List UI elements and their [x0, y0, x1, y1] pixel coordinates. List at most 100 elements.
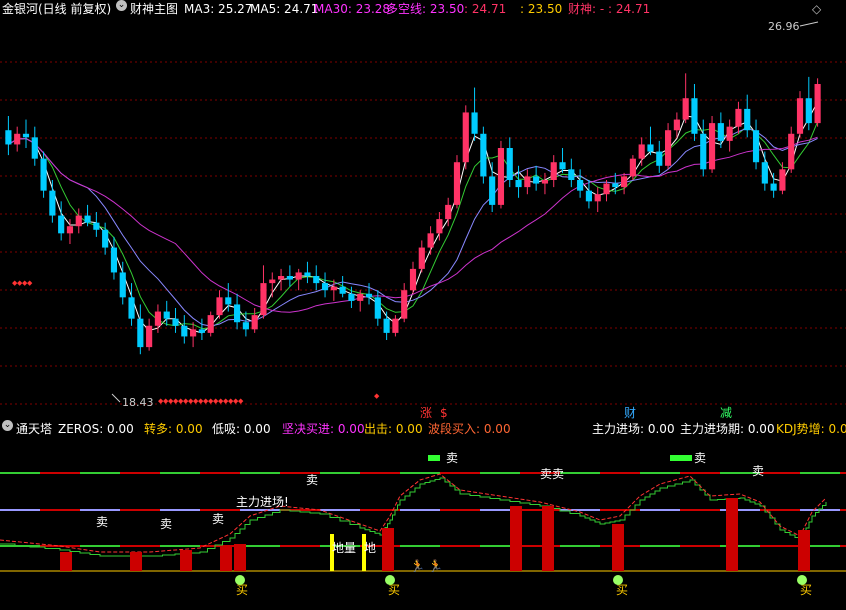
candle-body — [796, 98, 804, 134]
candle-body — [242, 322, 249, 330]
candle-body — [638, 144, 645, 159]
candle-body — [779, 169, 786, 191]
signal-label: 财 — [624, 406, 636, 420]
kdj-value: KDJ势增: 0.00 — [776, 422, 846, 436]
candle-body — [462, 112, 469, 163]
buy-label: 买 — [800, 583, 812, 597]
candle-body — [58, 215, 65, 234]
candle-body — [682, 98, 689, 120]
buy-label: 买 — [236, 583, 248, 597]
candle-body — [339, 286, 346, 294]
zhuli-value: 主力进场: 0.00 — [592, 422, 675, 436]
tower-step-line — [0, 477, 827, 557]
signal-marker — [670, 455, 692, 461]
low-price-label: 18.43 — [122, 396, 154, 409]
candle-body — [445, 204, 452, 220]
sell-label: 卖 — [96, 515, 108, 529]
chuji-value: 出击: 0.00 — [364, 422, 423, 436]
buy-apple-icon — [613, 575, 623, 585]
high-price-label: 26.96 — [768, 20, 800, 33]
candle-body — [735, 108, 742, 127]
candle-body — [234, 304, 241, 323]
candle-body — [770, 183, 777, 191]
candle-body — [286, 276, 293, 280]
dibi-label: 地量 — [332, 541, 356, 555]
candle-body — [304, 272, 311, 276]
candle-body — [22, 133, 30, 138]
candle-body — [66, 226, 74, 234]
tower-bar — [510, 506, 522, 571]
signal-dot: ◆ — [27, 279, 33, 287]
candle-body — [691, 98, 698, 134]
candle-body — [524, 176, 531, 188]
tower-bar — [180, 550, 192, 571]
candle-body — [348, 293, 355, 301]
sell-label: 卖 — [446, 451, 458, 465]
jianjue-value: 坚决买进: 0.00 — [282, 422, 365, 436]
candle-body — [656, 151, 663, 166]
candle-body — [480, 133, 487, 177]
candle-body — [383, 318, 390, 333]
candle-body — [49, 190, 56, 216]
signal-marker — [428, 455, 440, 461]
candle-body — [506, 148, 513, 180]
signal-dot: ◆ — [374, 392, 380, 400]
candle-body — [761, 162, 768, 184]
candle-body — [137, 318, 144, 348]
candle-body — [172, 318, 179, 326]
candle-body — [5, 130, 12, 145]
candle-body — [788, 133, 795, 170]
candle-body — [357, 293, 364, 301]
tower-bar — [234, 544, 246, 571]
candle-body — [550, 162, 557, 180]
tower-bar — [60, 552, 72, 571]
candle-body — [436, 219, 443, 234]
candle-body — [559, 162, 566, 170]
sub-indicator-name[interactable]: 通天塔 — [16, 420, 52, 438]
main-chart[interactable]: 26.9618.43◆ ◆ ◆ ◆◆ ◆ ◆ ◆ ◆ ◆ ◆ ◆ ◆ ◆ ◆ ◆ ◆ ◆ ◆ ◆ ◆◆涨 $ 财减 — [0, 0, 846, 420]
high-price-pointer — [799, 21, 819, 27]
candle-body — [401, 290, 408, 319]
candle-body — [75, 215, 82, 227]
candle-body — [594, 194, 601, 202]
candle-body — [146, 325, 153, 348]
candle-body — [154, 311, 162, 326]
sell-label: 卖 — [306, 473, 318, 487]
candle-body — [128, 297, 135, 319]
sell-sell-label: 卖卖 — [540, 467, 564, 481]
zhuli-qi-value: 主力进场期: 0.00 — [680, 422, 775, 436]
candle-body — [752, 130, 760, 163]
candle-body — [225, 297, 232, 305]
candle-body — [647, 144, 654, 152]
boduan-value: 波段买入: 0.00 — [428, 422, 511, 436]
candle-body — [577, 180, 584, 191]
dibi2-label: 地 — [364, 541, 376, 555]
dixi-value: 低吸: 0.00 — [212, 422, 271, 436]
signal-label: $ — [440, 406, 448, 420]
candle-body — [805, 98, 812, 124]
buy-label: 买 — [616, 583, 628, 597]
tower-bar — [130, 552, 142, 571]
candle-body — [453, 162, 461, 205]
buy-apple-icon — [385, 575, 395, 585]
signal-label: 涨 — [420, 405, 432, 420]
buy-apple-icon — [797, 575, 807, 585]
candle-body — [392, 318, 399, 333]
tower-bar — [220, 546, 232, 571]
candle-body — [612, 183, 619, 188]
candle-body — [664, 130, 672, 166]
low-price-pointer — [111, 393, 121, 403]
candle-body — [427, 233, 434, 248]
candle-body — [119, 272, 126, 298]
candle-body — [198, 329, 205, 333]
dibi-bar — [330, 534, 334, 571]
sell-label: 卖 — [160, 517, 172, 531]
candle-body — [471, 112, 478, 134]
tower-bar — [798, 530, 810, 571]
candle-body — [84, 215, 91, 223]
candle-body — [533, 176, 540, 184]
candle-body — [585, 190, 592, 202]
tower-bar — [612, 524, 624, 571]
candle-body — [181, 325, 188, 337]
candle-body — [330, 286, 337, 291]
